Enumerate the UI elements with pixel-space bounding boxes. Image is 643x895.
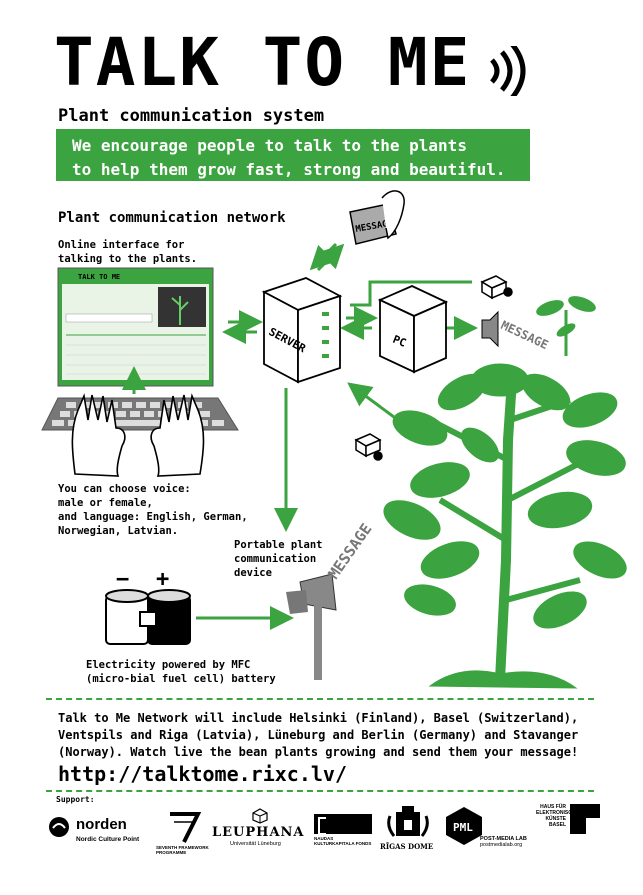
pc-icon: PC	[377, 285, 449, 374]
haus-caption: HAUS FÜR ELEKTRONISCHE KÜNSTE BASEL	[536, 804, 579, 828]
plus-sign: +	[156, 567, 169, 592]
post-media-lab-logo: PML POST-MEDIA LAB postmedialab.org	[444, 806, 527, 856]
haus-line-4: BASEL	[549, 822, 566, 828]
norden-logo: norden Nordic Culture Point	[48, 812, 148, 852]
network-line-2: Ventspils and Riga (Latvia), Lüneburg an…	[58, 728, 579, 742]
pml-hexagon-icon: PML	[446, 807, 482, 845]
bean-plant-illustration	[383, 363, 627, 689]
norden-swan-icon	[49, 817, 69, 837]
website-url[interactable]: http://talktome.rixc.lv/	[58, 762, 347, 786]
web-interface-thumbnail: TALK TO ME	[57, 267, 214, 387]
kkf-logo: NAUDAS KULTURKAPITALA FONDS	[314, 814, 374, 850]
rigas-dome-logo: RĪGAS DOME	[380, 806, 436, 854]
leuphana-logo: LEUPHANA Universität Lüneburg	[212, 808, 308, 852]
pml-caption: POST-MEDIA LAB postmedialab.org	[480, 836, 527, 848]
kkf-bracket-icon	[318, 817, 326, 835]
network-description: Talk to Me Network will include Helsinki…	[58, 710, 618, 761]
screen-title: TALK TO ME	[78, 273, 120, 281]
network-diagram: TALK TO ME SERVER PC MESSAGE MESSAGE − +…	[41, 190, 627, 689]
svg-text:PML: PML	[453, 821, 473, 834]
portable-device-icon: MESSAGE	[286, 520, 376, 680]
keyboard-illustration	[41, 397, 239, 431]
pml-line-2: postmedialab.org	[480, 842, 523, 848]
fp7-logo: SEVENTH FRAMEWORK PROGRAMME	[156, 810, 209, 858]
speaker-message-text: MESSAGE	[499, 318, 551, 352]
network-line-1: Talk to Me Network will include Helsinki…	[58, 711, 579, 725]
dashed-divider-bottom	[46, 790, 594, 792]
fp7-line-2: PROGRAMME	[156, 850, 187, 855]
battery-icon	[105, 589, 191, 645]
dashed-divider-top	[46, 698, 594, 700]
leuphana-cube-icon	[252, 808, 268, 824]
leuphana-wordmark: LEUPHANA	[212, 825, 305, 840]
server-icon: SERVER	[261, 277, 343, 384]
kkf-line-2: KULTURKAPITALA FONDS	[314, 841, 372, 846]
riga-coat-of-arms-icon	[387, 806, 429, 837]
norden-wordmark: norden	[76, 816, 127, 833]
kkf-caption: NAUDAS KULTURKAPITALA FONDS	[314, 836, 371, 846]
norden-subtitle: Nordic Culture Point	[76, 836, 140, 843]
fp7-caption: SEVENTH FRAMEWORK PROGRAMME	[156, 845, 209, 855]
fp7-seven-icon	[170, 812, 202, 843]
haus-elektronische-kunste-logo: HAUS FÜR ELEKTRONISCHE KÜNSTE BASEL	[536, 804, 606, 844]
camera-icon-bottom	[354, 433, 383, 461]
leuphana-subtitle: Universität Lüneburg	[230, 841, 281, 847]
network-line-3: (Norway). Watch live the bean plants gro…	[58, 745, 579, 759]
haus-block-icon	[570, 804, 600, 834]
portable-message-text: MESSAGE	[325, 520, 376, 582]
minus-sign: −	[116, 567, 129, 592]
arrow-camera-to-server	[347, 382, 399, 422]
rigas-dome-wordmark: RĪGAS DOME	[380, 842, 434, 851]
message-card-icon: MESSAGE	[349, 190, 405, 245]
support-label: Support:	[56, 795, 95, 804]
speaker-icon: MESSAGE	[481, 310, 551, 352]
camera-icon-top	[480, 275, 513, 300]
